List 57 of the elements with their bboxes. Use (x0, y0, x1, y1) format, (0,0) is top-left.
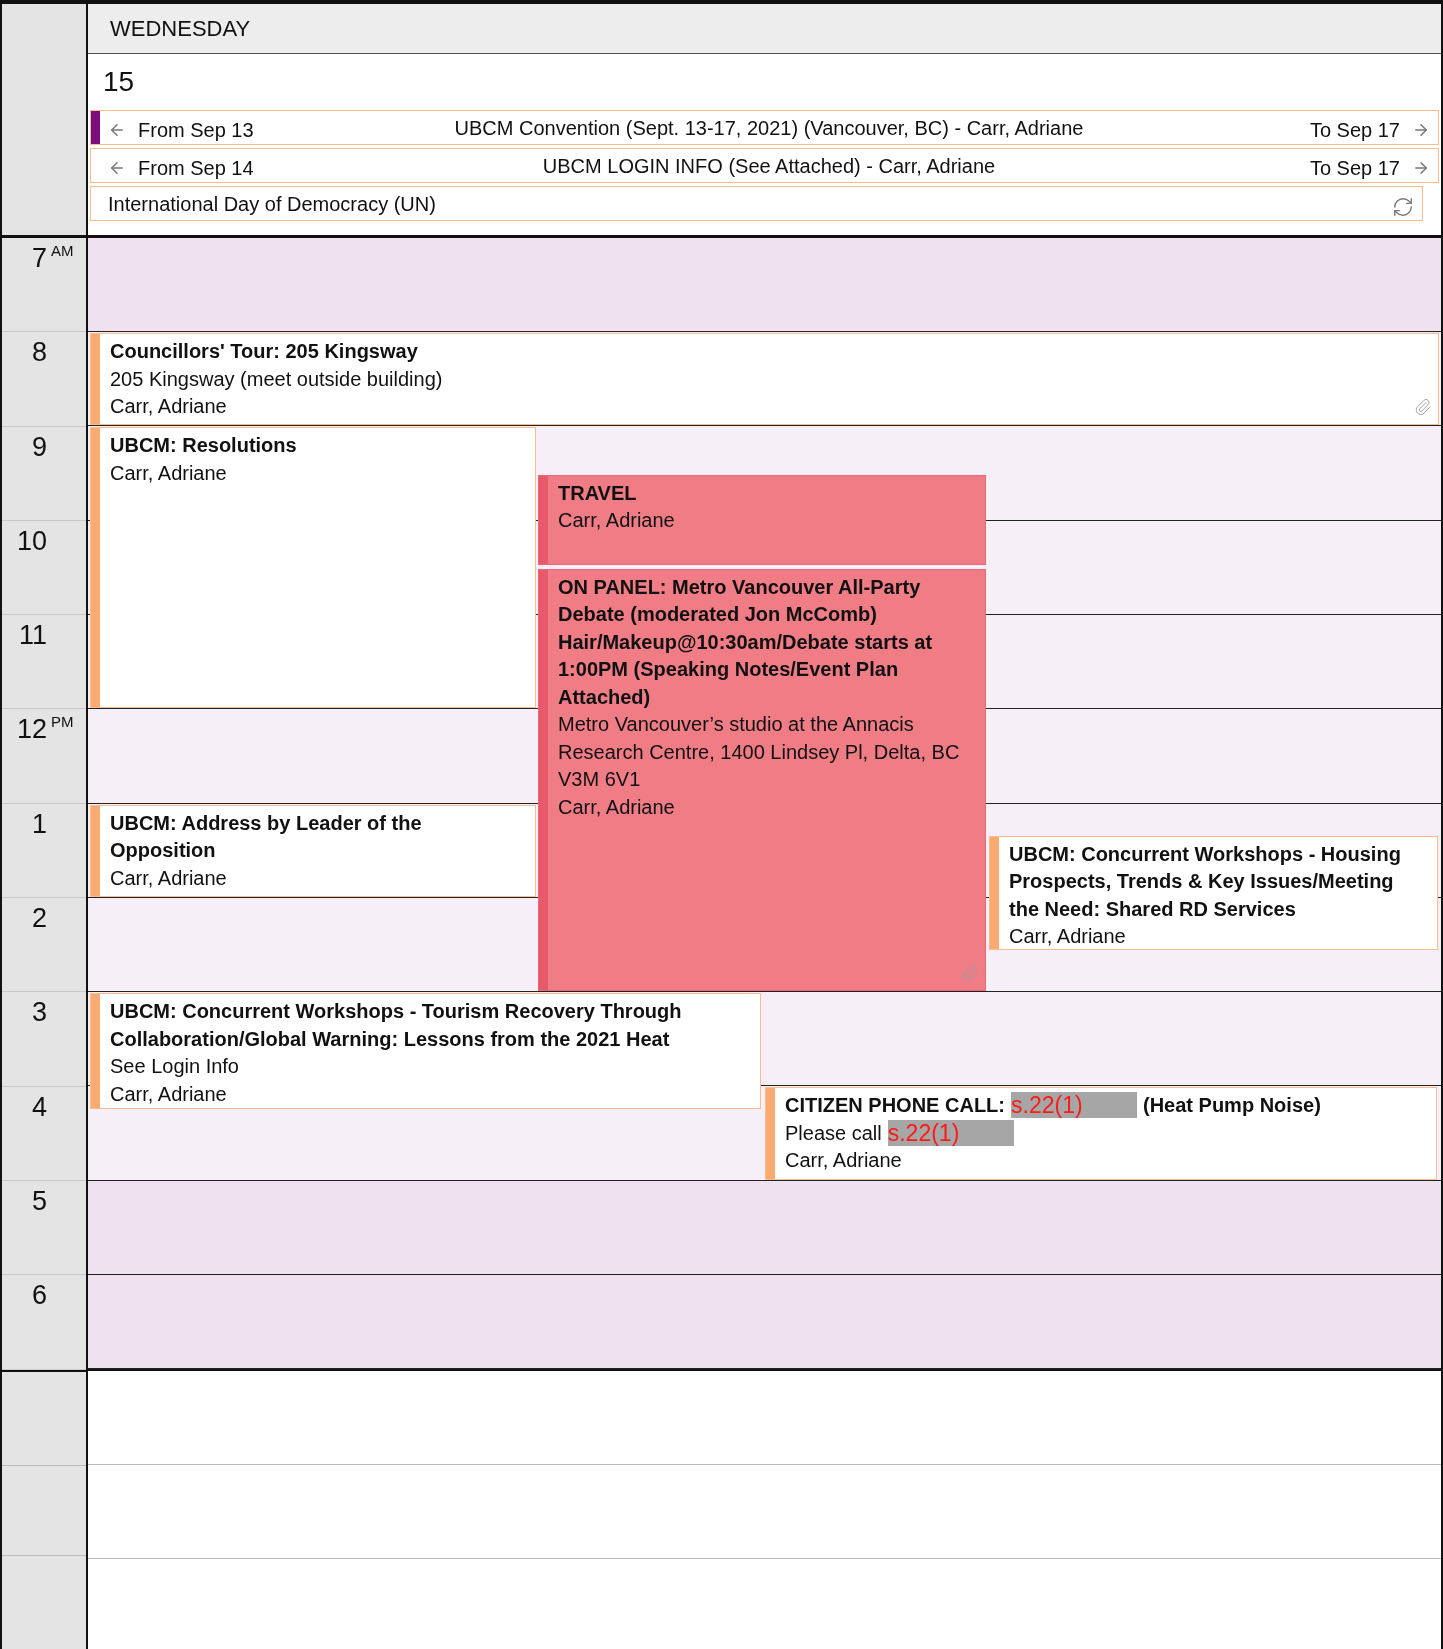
event-detail: See Login Info (110, 1054, 239, 1080)
meridiem-label: AM (51, 242, 74, 260)
all-day-event-title: UBCM Convention (Sept. 13-17, 2021) (Vancouver, BC) - Carr, Adriane (453, 115, 1085, 141)
all-day-event-title: UBCM LOGIN INFO (See Attached) - Carr, Adriane (541, 153, 997, 179)
event-title: Councillors' Tour: 205 Kingsway (110, 339, 418, 365)
event-title: CITIZEN PHONE CALL: (785, 1093, 1005, 1119)
event-title: (Heat Pump Noise) (1143, 1093, 1321, 1119)
event-title: UBCM: Concurrent Workshops - Housing Prospects, Trends & Key Issues/Meeting the Need: Shared RD Services (1009, 841, 1402, 922)
event-detail: Carr, Adriane (558, 794, 675, 820)
event-detail: Carr, Adriane (558, 508, 675, 533)
event-detail: Carr, Adriane (1009, 924, 1126, 949)
weekday-label: WEDNESDAY (110, 15, 251, 43)
hour-label: 1 (30, 807, 47, 840)
all-day-event[interactable]: International Day of Democracy (UN) (90, 186, 1423, 221)
hour-label: 12 (15, 713, 47, 746)
event-card[interactable]: CITIZEN PHONE CALL: s.22(1) (Heat Pump Noise) Please call s.22(1) Carr, Adriane (765, 1087, 1437, 1180)
event-card[interactable]: Councillors' Tour: 205 Kingsway 205 Kingsway (meet outside building) Carr, Adriane (90, 333, 1439, 426)
hour-label: 3 (30, 996, 47, 1029)
hour-label: 2 (30, 902, 47, 935)
to-date: To Sep 17 (1309, 155, 1400, 181)
hour-label: 5 (30, 1184, 47, 1217)
event-detail: Carr, Adriane (110, 1081, 227, 1107)
event-card[interactable]: UBCM: Resolutions Carr, Adriane (90, 427, 536, 709)
event-card[interactable]: UBCM: Address by Leader of the Opposition Carr, Adriane (90, 804, 536, 897)
from-date: From Sep 14 (138, 155, 254, 181)
hour-label: 4 (30, 1090, 47, 1123)
hour-label: 10 (15, 524, 47, 557)
hour-label: 6 (30, 1279, 47, 1312)
meridiem-label: PM (51, 713, 74, 732)
hour-label: 7 (30, 242, 47, 274)
redacted-text: s.22(1) (887, 1119, 1014, 1146)
event-detail: Carr, Adriane (110, 865, 227, 891)
event-title: UBCM: Address by Leader of the Opposition (110, 810, 423, 864)
event-detail: Carr, Adriane (110, 460, 227, 486)
event-title: TRAVEL (558, 480, 637, 506)
event-card[interactable]: TRAVEL Carr, Adriane (538, 474, 986, 565)
event-detail: Carr, Adriane (110, 394, 227, 420)
event-detail: Please call (785, 1120, 882, 1146)
event-detail: 205 Kingsway (meet outside building) (110, 366, 443, 392)
all-day-event[interactable]: From Sep 14 UBCM LOGIN INFO (See Attached) - Carr, Adriane To Sep 17 (90, 148, 1439, 183)
hour-label: 9 (30, 430, 47, 463)
to-date: To Sep 17 (1309, 117, 1400, 143)
from-date: From Sep 13 (138, 117, 254, 143)
hour-label: 8 (30, 336, 47, 369)
date-label: 15 (103, 65, 135, 99)
all-day-event-title: International Day of Democracy (UN) (108, 191, 437, 217)
event-title: UBCM: Resolutions (110, 433, 297, 459)
event-detail: Carr, Adriane (785, 1148, 902, 1174)
all-day-event[interactable]: From Sep 13 UBCM Convention (Sept. 13-17, 2021) (Vancouver, BC) - Carr, Adriane To Sep 17 (90, 110, 1439, 145)
redacted-text: s.22(1) (1011, 1092, 1137, 1119)
event-card[interactable]: UBCM: Concurrent Workshops - Tourism Recovery Through Collaboration/Global Warning: Lessons from the 2021 Heat See Login Info Carr, Adriane (90, 993, 761, 1109)
event-card[interactable]: UBCM: Concurrent Workshops - Housing Prospects, Trends & Key Issues/Meeting the Need: Shared RD Services Carr, Adriane (989, 835, 1438, 950)
event-card[interactable] (538, 568, 986, 992)
event-detail: Metro Vancouver’s studio at the Annacis Research Centre, 1400 Lindsey Pl, Delta, BC V3M 6V1 (558, 712, 961, 793)
hour-label: 11 (17, 619, 47, 652)
event-title: ON PANEL: Metro Vancouver All-Party Debate (moderated Jon McComb) Hair/Makeup@10:30am/Debate starts at 1:00PM (Speaking Notes/Event Plan Attached) (558, 574, 934, 710)
event-title: UBCM: Concurrent Workshops - Tourism Recovery Through Collaboration/Global Warning: Lessons from the 2021 Heat (110, 999, 683, 1052)
